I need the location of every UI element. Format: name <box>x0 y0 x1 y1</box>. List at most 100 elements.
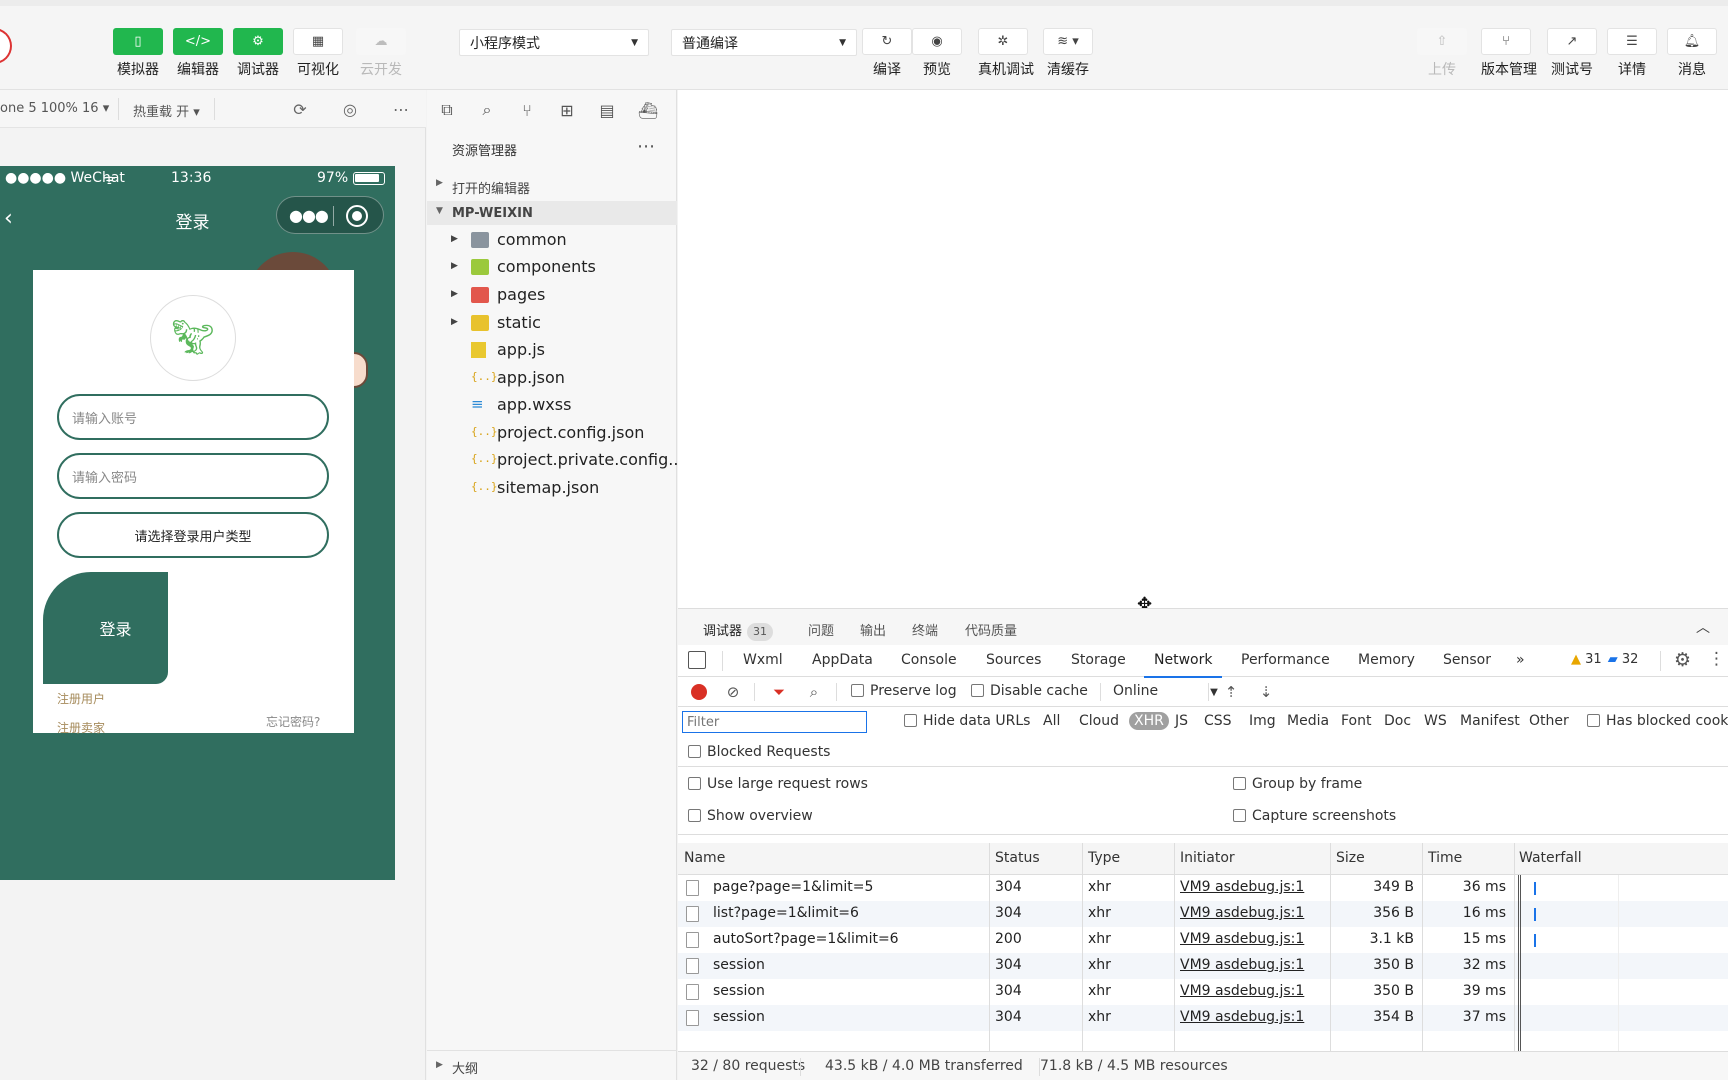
tree-item-app-json[interactable]: {..} app.json <box>427 365 677 392</box>
type-filter-other[interactable]: Other <box>1529 713 1569 729</box>
tab-output[interactable]: 输出 <box>860 620 886 639</box>
mode-select[interactable]: 小程序模式 ▼ <box>459 29 649 56</box>
table-row[interactable]: session 304 xhr VM9 asdebug.js:1 350 B 39 ms <box>678 979 1728 1005</box>
table-row[interactable]: page?page=1&limit=5 304 xhr VM9 asdebug.js:… <box>678 875 1728 901</box>
tree-item-pages[interactable]: ▶ pages <box>427 282 677 309</box>
compile-button[interactable]: ↻ 编译 <box>862 28 912 79</box>
disable-cache-checkbox[interactable]: Disable cache <box>971 683 1088 699</box>
simulator-toggle-button[interactable]: ▯ 模拟器 <box>113 28 163 79</box>
visual-toggle-button[interactable]: ▦ 可视化 <box>293 28 343 79</box>
stop-icon[interactable]: ◎ <box>339 98 361 120</box>
type-filter-xhr[interactable]: XHR <box>1129 712 1169 730</box>
has-blocked-cookies-checkbox[interactable]: Has blocked cook <box>1587 713 1728 729</box>
editor-toggle-button[interactable]: </> 编辑器 <box>173 28 223 79</box>
collapse-icon[interactable]: ︿ <box>1696 617 1710 637</box>
type-filter-cloud[interactable]: Cloud <box>1079 713 1119 729</box>
user-avatar[interactable] <box>0 28 12 64</box>
column-divider[interactable] <box>989 843 990 1051</box>
kebab-menu-icon[interactable]: ⋮ <box>1708 649 1725 669</box>
column-header-waterfall[interactable]: Waterfall <box>1519 850 1582 866</box>
throttle-select[interactable]: Online ▼ <box>1113 683 1218 699</box>
tree-item-project-private-config[interactable]: {..} project.private.config... <box>427 447 684 474</box>
tab-console[interactable]: Console <box>901 652 957 668</box>
type-filter-css[interactable]: CSS <box>1204 713 1232 729</box>
export-har-icon[interactable]: ⇣ <box>1256 682 1276 702</box>
register-user-link[interactable]: 注册用户 <box>57 690 105 707</box>
column-divider[interactable] <box>1174 843 1175 1051</box>
tab-debugger[interactable]: 调试器 31 <box>703 620 774 641</box>
tree-item-sitemap[interactable]: {..} sitemap.json <box>427 475 677 502</box>
type-filter-font[interactable]: Font <box>1341 713 1371 729</box>
large-rows-checkbox[interactable]: Use large request rows <box>688 776 868 792</box>
column-header-size[interactable]: Size <box>1336 850 1365 866</box>
cell-initiator[interactable]: VM9 asdebug.js:1 <box>1180 983 1304 999</box>
clear-icon[interactable]: ⊘ <box>723 682 743 702</box>
tree-item-static[interactable]: ▶ static <box>427 310 677 337</box>
tree-item-common[interactable]: ▶ common <box>427 227 677 254</box>
version-manage-button[interactable]: ⑂ 版本管理 <box>1481 28 1537 79</box>
debugger-toggle-button[interactable]: ⚙ 调试器 <box>233 28 283 79</box>
docker-icon[interactable]: ⛴ <box>637 99 659 121</box>
hot-reload-toggle[interactable]: 热重载 开 ▾ <box>133 101 200 120</box>
more-tabs-button[interactable]: » <box>1516 652 1525 668</box>
open-editors-section[interactable]: ▶ 打开的编辑器 <box>427 173 677 197</box>
column-divider[interactable] <box>1422 843 1423 1051</box>
cell-initiator[interactable]: VM9 asdebug.js:1 <box>1180 931 1304 947</box>
group-by-frame-checkbox[interactable]: Group by frame <box>1233 776 1362 792</box>
tab-performance[interactable]: Performance <box>1241 652 1330 668</box>
real-device-debug-button[interactable]: ✲ 真机调试 <box>978 28 1034 79</box>
capture-screenshots-checkbox[interactable]: Capture screenshots <box>1233 808 1396 824</box>
column-header-type[interactable]: Type <box>1088 850 1120 866</box>
type-filter-js[interactable]: JS <box>1175 713 1188 729</box>
column-header-status[interactable]: Status <box>995 850 1040 866</box>
tree-item-project-config[interactable]: {..} project.config.json <box>427 420 677 447</box>
tab-sources[interactable]: Sources <box>986 652 1041 668</box>
tab-code-quality[interactable]: 代码质量 <box>965 620 1017 639</box>
forgot-password-link[interactable]: 忘记密码? <box>266 713 320 730</box>
record-icon[interactable] <box>691 684 707 700</box>
column-divider[interactable] <box>1514 843 1515 1051</box>
more-icon[interactable]: ⋯ <box>637 136 655 157</box>
register-seller-link[interactable]: 注册卖家 <box>57 719 105 736</box>
upload-button[interactable]: ⇧ 上传 <box>1417 28 1467 79</box>
tab-network[interactable]: Network <box>1143 652 1224 678</box>
tree-item-components[interactable]: ▶ components <box>427 254 677 281</box>
details-button[interactable]: ☰ 详情 <box>1607 28 1657 79</box>
tab-sensor[interactable]: Sensor <box>1443 652 1491 668</box>
tab-terminal[interactable]: 终端 <box>912 620 938 639</box>
files-icon[interactable]: ⧉ <box>436 99 458 121</box>
cell-initiator[interactable]: VM9 asdebug.js:1 <box>1180 905 1304 921</box>
rotate-icon[interactable]: ⟳ <box>289 98 311 120</box>
cell-initiator[interactable]: VM9 asdebug.js:1 <box>1180 879 1304 895</box>
account-input[interactable]: 请输入账号 <box>57 394 329 440</box>
more-dots-icon[interactable]: ●●● <box>289 206 329 225</box>
cloud-dev-button[interactable]: ☁ 云开发 <box>356 28 406 79</box>
device-select[interactable]: one 5 100% 16 ▾ <box>0 101 109 116</box>
column-header-name[interactable]: Name <box>684 850 725 866</box>
project-section[interactable]: ▼ MP-WEIXIN <box>427 201 677 225</box>
tab-problems[interactable]: 问题 <box>808 620 834 639</box>
tree-item-app-wxss[interactable]: ≡ app.wxss <box>427 392 677 419</box>
initiator-link[interactable]: VM9 asdebug.js:1 <box>1180 905 1304 921</box>
preserve-log-checkbox[interactable]: Preserve log <box>851 683 957 699</box>
password-input[interactable]: 请输入密码 <box>57 453 329 499</box>
hide-data-urls-checkbox[interactable]: Hide data URLs <box>904 713 1030 729</box>
table-row[interactable]: autoSort?page=1&limit=6 200 xhr VM9 asdebug… <box>678 927 1728 953</box>
column-header-time[interactable]: Time <box>1428 850 1462 866</box>
tree-item-app-js[interactable]: app.js <box>427 337 677 364</box>
close-miniprogram-icon[interactable] <box>346 205 368 227</box>
column-header-initiator[interactable]: Initiator <box>1180 850 1235 866</box>
type-filter-all[interactable]: All <box>1043 713 1060 729</box>
clear-cache-button[interactable]: ≋ ▾ 清缓存 <box>1043 28 1093 79</box>
outline-section[interactable]: ▶ 大纲 <box>427 1050 677 1080</box>
show-overview-checkbox[interactable]: Show overview <box>688 808 813 824</box>
storage-icon[interactable]: ▤ <box>596 99 618 121</box>
import-har-icon[interactable]: ⇡ <box>1221 682 1241 702</box>
capsule-menu[interactable]: ●●● <box>276 196 384 234</box>
login-button[interactable]: 登录 <box>41 572 168 684</box>
table-row[interactable]: list?page=1&limit=6 304 xhr VM9 asdebug.js:… <box>678 901 1728 927</box>
issues-counter[interactable]: ▲ 31 ▰ 32 <box>1571 652 1638 667</box>
preview-button[interactable]: ◉ 预览 <box>912 28 962 79</box>
initiator-link[interactable]: VM9 asdebug.js:1 <box>1180 1009 1304 1025</box>
compile-select[interactable]: 普通编译 ▼ <box>671 29 857 56</box>
